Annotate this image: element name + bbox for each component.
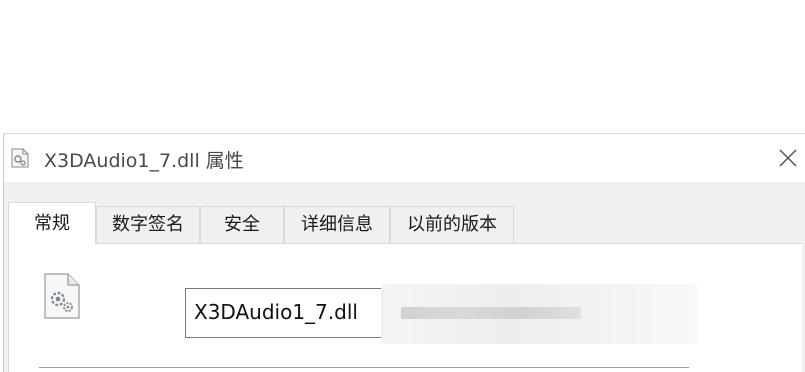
general-tab-panel: X3DAudio1_7.dll bbox=[8, 243, 802, 372]
close-button[interactable] bbox=[774, 144, 802, 172]
page: X3DAudio1_7.dll 属性 常规 数字签名 安全 详细信息 以前的版本 bbox=[0, 0, 805, 372]
file-name-field[interactable]: X3DAudio1_7.dll bbox=[185, 288, 383, 338]
window-title: X3DAudio1_7.dll 属性 bbox=[44, 150, 244, 172]
properties-dialog: X3DAudio1_7.dll 属性 常规 数字签名 安全 详细信息 以前的版本 bbox=[3, 133, 805, 372]
tab-details[interactable]: 详细信息 bbox=[284, 206, 390, 243]
tab-security[interactable]: 安全 bbox=[200, 206, 284, 243]
redacted-text bbox=[401, 307, 581, 319]
section-divider bbox=[39, 367, 689, 368]
tab-digital-signatures[interactable]: 数字签名 bbox=[96, 206, 200, 243]
dll-gear-file-icon bbox=[42, 272, 82, 320]
tab-general[interactable]: 常规 bbox=[8, 202, 96, 244]
dll-file-icon bbox=[11, 148, 29, 168]
close-icon bbox=[779, 149, 797, 167]
title-bar: X3DAudio1_7.dll 属性 bbox=[4, 134, 805, 182]
tab-previous-versions[interactable]: 以前的版本 bbox=[390, 206, 514, 243]
